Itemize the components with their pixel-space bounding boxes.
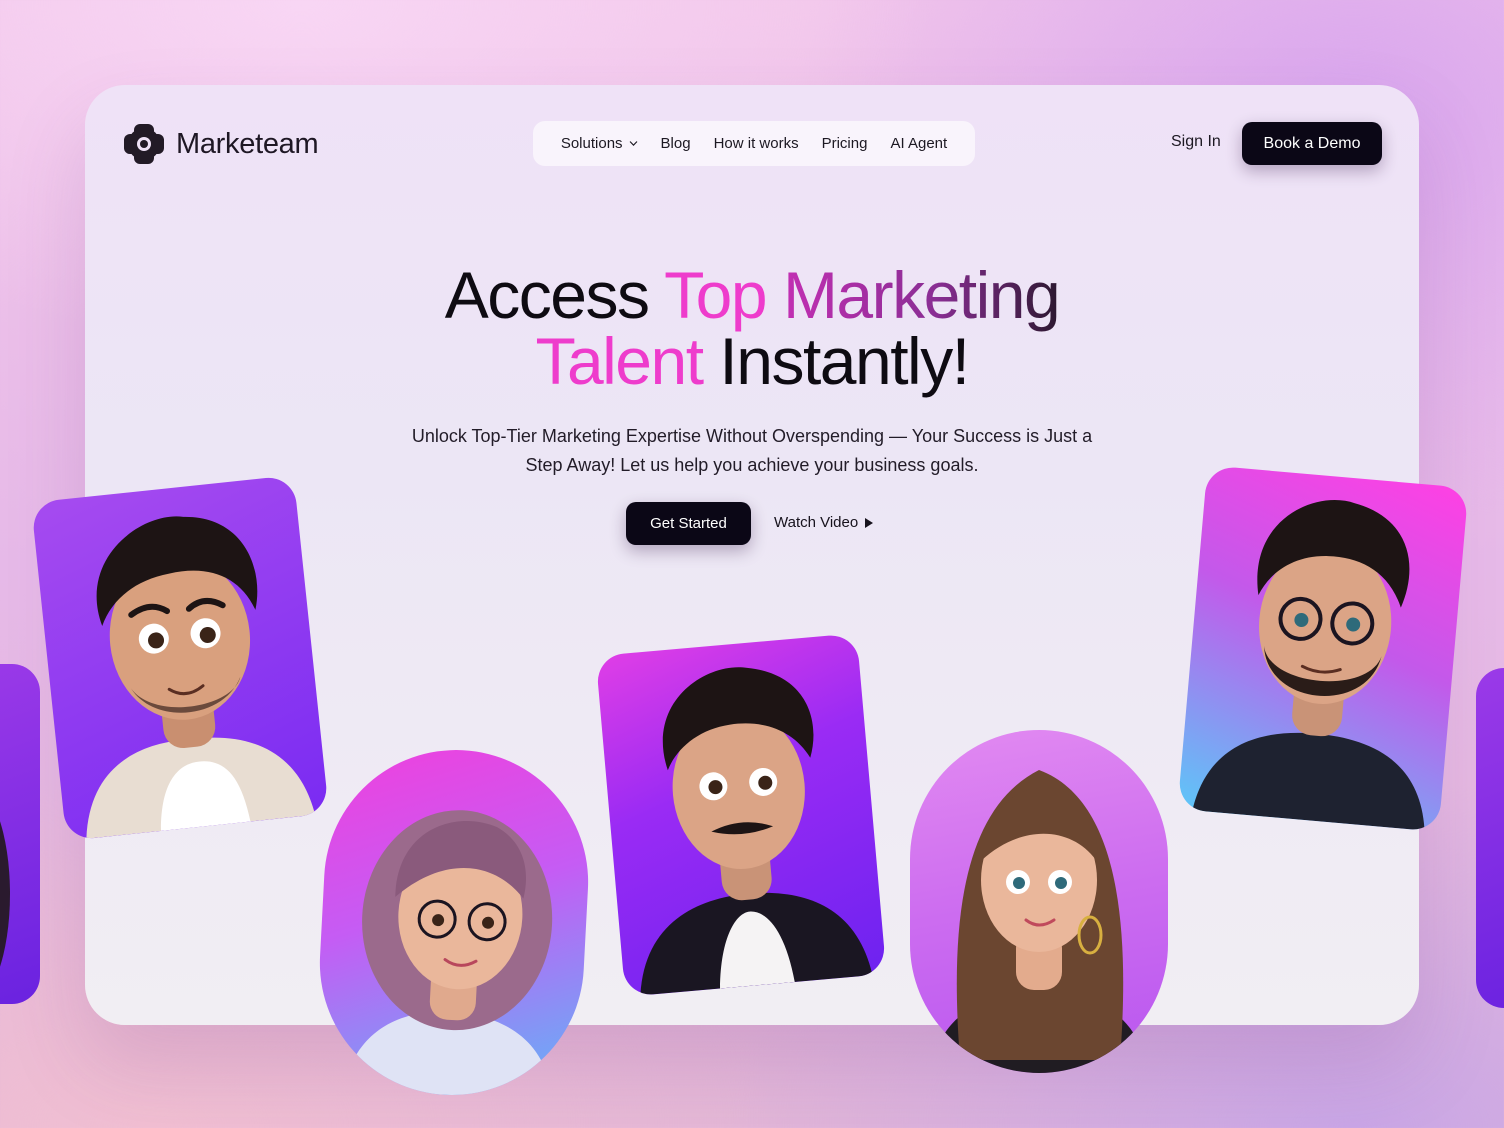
avatar-man-mustache-icon — [640, 667, 873, 996]
nav-item-label: How it works — [713, 135, 799, 152]
nav-item-label: Blog — [660, 135, 691, 152]
avatar-card — [30, 475, 330, 841]
nav-item-pricing[interactable]: Pricing — [822, 135, 868, 152]
avatar-card — [313, 743, 595, 1102]
avatar-woman-glasses-icon — [343, 810, 553, 1101]
chevron-down-icon — [629, 141, 637, 146]
brand-logo[interactable]: Marketeam — [122, 122, 319, 166]
nav-item-blog[interactable]: Blog — [661, 135, 691, 152]
avatar-woman-long-hair-icon — [930, 770, 1148, 1073]
page-title: Access Top Marketing Talent Instantly! — [300, 262, 1204, 394]
headline-word-accent: Talent — [535, 324, 704, 398]
hero-subtext: Unlock Top-Tier Marketing Expertise With… — [411, 426, 1093, 475]
book-demo-button[interactable]: Book a Demo — [1242, 122, 1382, 165]
avatar-card — [595, 633, 887, 997]
brand-name: Marketeam — [176, 127, 319, 160]
avatar-card — [1177, 465, 1469, 832]
avatar-card-edge-left — [0, 664, 40, 1004]
play-icon — [865, 517, 874, 528]
headline-word: Access — [444, 258, 650, 332]
main-nav: Solutions Blog How it works Pricing AI A… — [533, 121, 975, 166]
logo-icon — [122, 122, 166, 166]
nav-item-label: Solutions — [560, 135, 623, 152]
get-started-button[interactable]: Get Started — [626, 502, 751, 545]
headline-word: Instantly! — [719, 324, 970, 398]
watch-video-label: Watch Video — [774, 514, 859, 531]
nav-item-label: Pricing — [821, 135, 868, 152]
nav-item-solutions[interactable]: Solutions — [561, 135, 638, 152]
nav-item-label: AI Agent — [890, 135, 948, 152]
avatar-man-glasses-beard-icon — [1192, 500, 1425, 831]
nav-item-ai-agent[interactable]: AI Agent — [890, 135, 947, 152]
nav-item-how-it-works[interactable]: How it works — [714, 135, 799, 152]
headline-word-accent: Top — [664, 258, 767, 332]
watch-video-link[interactable]: Watch Video — [774, 514, 874, 531]
avatar-man-curly-hoodie-icon — [86, 516, 316, 839]
headline-word-gradient: Marketing — [782, 258, 1061, 332]
sign-in-link[interactable]: Sign In — [1171, 133, 1221, 151]
avatar-card-edge-right — [1476, 668, 1504, 1008]
avatar-card — [910, 730, 1168, 1073]
